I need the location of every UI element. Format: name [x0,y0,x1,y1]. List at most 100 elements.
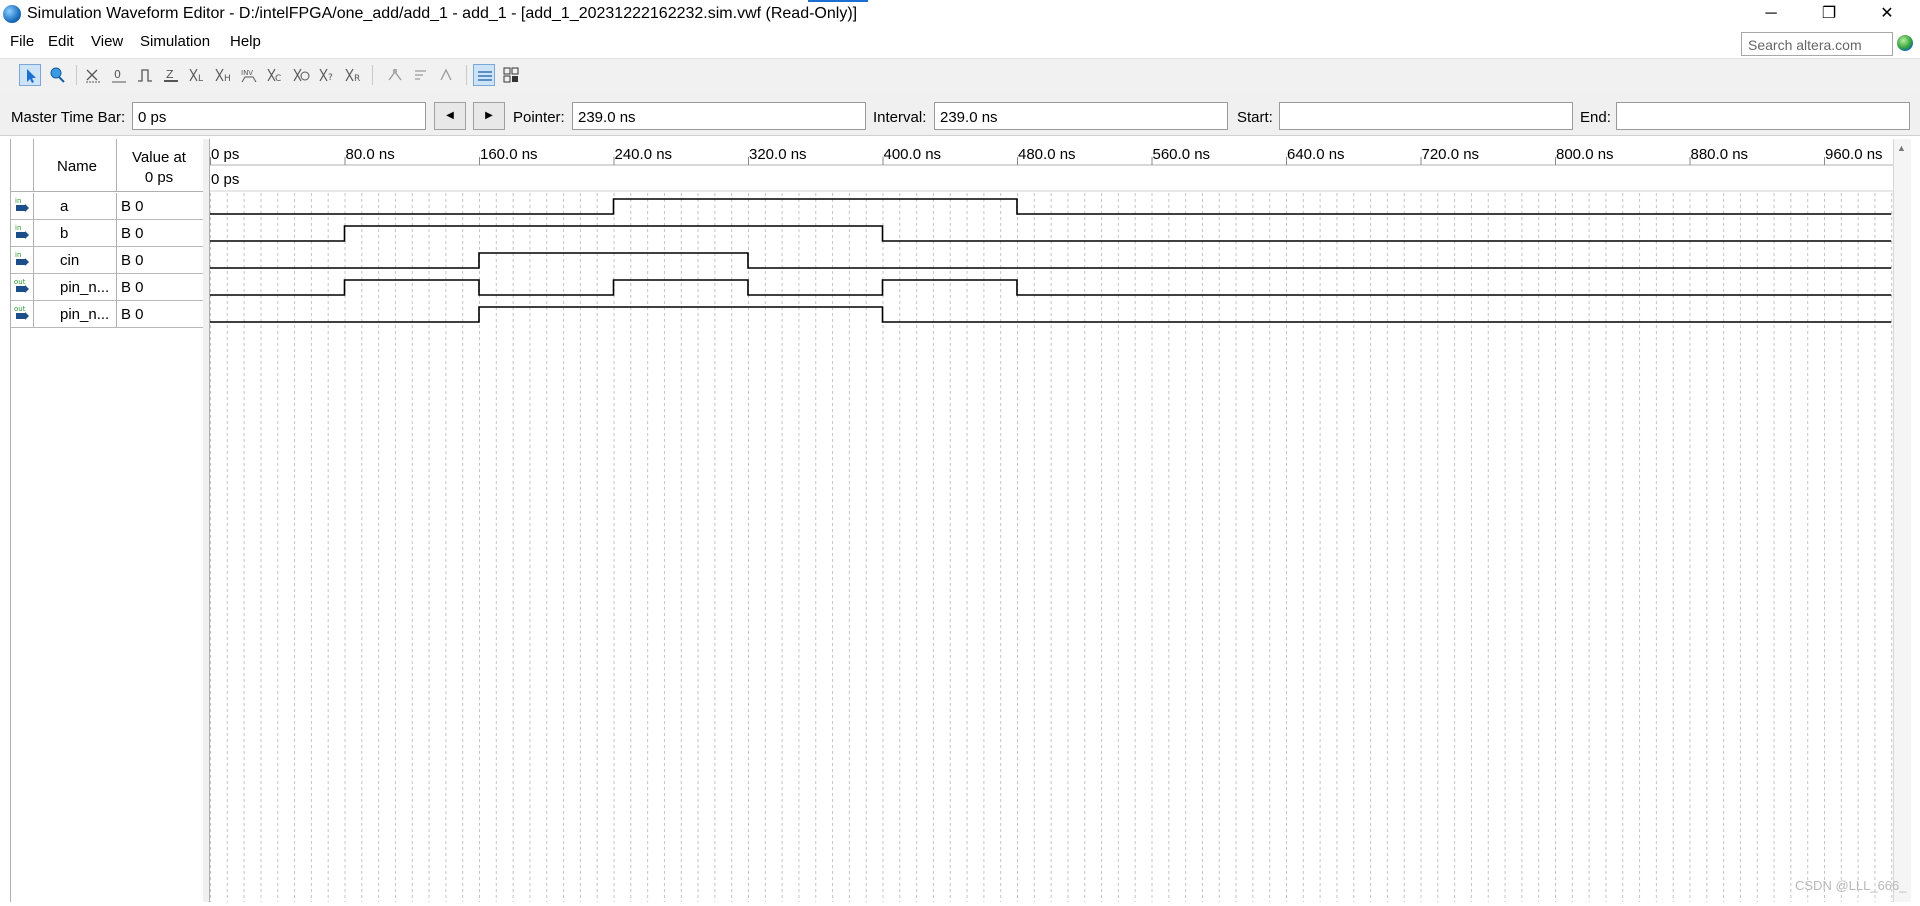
toolbar-separator [76,65,77,85]
signal-name: pin_n... [60,279,110,296]
force-low-icon[interactable]: 0 [108,64,130,86]
column-divider [116,193,117,219]
panel-splitter[interactable] [203,139,210,902]
force-unknown-icon[interactable] [82,64,104,86]
previous-transition-button[interactable]: ◀ [434,102,466,130]
time-tick-label: 560.0 ns [1153,146,1211,163]
start-input[interactable] [1283,104,1568,130]
master-time-bar-input[interactable] [136,104,421,130]
settings-grid-icon[interactable] [500,64,522,86]
force-weak-high-icon[interactable]: H [212,64,234,86]
input-pin-icon: in [15,197,29,212]
signal-value: B 0 [121,306,144,323]
pointer-field[interactable] [572,102,866,130]
time-bar-row: Master Time Bar: ◀ ▶ Pointer: Interval: … [0,93,1920,136]
master-time-bar-field[interactable] [132,102,426,130]
globe-icon[interactable] [1897,35,1913,51]
time-tick-label: 160.0 ns [480,146,538,163]
waveform-trace-1 [210,225,1892,242]
input-pin-icon: in [15,251,29,266]
start-field[interactable] [1279,102,1573,130]
column-divider [116,274,117,300]
signal-row-b[interactable]: in b B 0 [11,220,204,247]
end-input[interactable] [1620,104,1905,130]
svg-text:L: L [198,74,203,84]
menu-simulation[interactable]: Simulation [138,33,212,50]
svg-text:0: 0 [114,68,121,81]
svg-text:out: out [14,305,26,313]
column-divider [116,301,117,327]
vertical-scrollbar[interactable]: ▲ [1893,139,1911,902]
signal-row-cin[interactable]: in cin B 0 [11,247,204,274]
time-tick-label: 400.0 ns [884,146,942,163]
signal-name: a [60,198,69,215]
overwrite-clock-icon[interactable] [290,64,312,86]
force-high-icon[interactable] [134,64,156,86]
svg-text:INV: INV [241,69,253,77]
title-accent-bar [808,0,868,2]
master-time-marker-label: 0 ps [211,171,239,188]
master-time-bar-label: Master Time Bar: [11,109,126,126]
close-button[interactable]: ✕ [1858,0,1916,28]
signal-name: cin [60,252,80,269]
signal-name: b [60,225,69,242]
watermark-text: CSDN @LLL_666_ [1795,878,1907,893]
minimize-button[interactable]: ─ [1742,0,1800,28]
count-value-icon[interactable]: C [264,64,286,86]
title-bar: Simulation Waveform Editor - D:/intelFPG… [0,0,1920,28]
scroll-up-arrow-icon[interactable]: ▲ [1897,143,1906,153]
toolbar-separator [466,65,467,85]
row-gutter: in [11,220,34,246]
next-transition-button[interactable]: ▶ [473,102,505,130]
svg-text:in: in [15,251,21,259]
maximize-button[interactable]: ❐ [1800,0,1858,28]
arbitrary-value-icon[interactable]: ? [316,64,338,86]
force-high-impedance-icon[interactable]: Z [160,64,182,86]
pointer-select-icon[interactable] [19,64,41,86]
waveform-panel[interactable]: 0 ps 80.0 ns 160.0 ns 240.0 ns 320.0 ns 400.0… [210,139,1898,902]
column-divider [116,220,117,246]
window-title: Simulation Waveform Editor - D:/intelFPG… [27,5,858,22]
column-divider [116,247,117,273]
output-pin-icon: out [14,278,29,293]
interval-field[interactable] [934,102,1228,130]
row-gutter: out [11,301,34,327]
signal-value: B 0 [121,252,144,269]
time-tick-label: 640.0 ns [1287,146,1345,163]
menu-view[interactable]: View [89,33,125,50]
sort-icon[interactable] [410,64,432,86]
waveform-trace-3 [210,279,1892,296]
svg-text:R: R [354,74,360,84]
waveform-canvas[interactable]: 0 ps 80.0 ns 160.0 ns 240.0 ns 320.0 ns 400.0… [210,139,1893,902]
svg-text:in: in [15,197,21,205]
interval-input[interactable] [938,104,1223,130]
zoom-icon[interactable] [46,64,68,86]
value-column-header[interactable]: Value at 0 ps [114,148,204,188]
pointer-input[interactable] [576,104,861,130]
snap-to-grid-icon[interactable] [384,64,406,86]
header-gutter [11,139,34,191]
row-gutter: out [11,274,34,300]
signal-row-pin-out-2[interactable]: out pin_n... B 0 [11,301,204,328]
pointer-label: Pointer: [513,109,565,126]
signal-row-a[interactable]: in a B 0 [11,193,204,220]
random-value-icon[interactable]: R [342,64,364,86]
signal-row-pin-out-1[interactable]: out pin_n... B 0 [11,274,204,301]
svg-text:?: ? [328,73,333,83]
ungroup-icon[interactable] [436,64,458,86]
svg-text:Z: Z [166,68,174,81]
svg-text:H: H [224,74,231,84]
menu-file[interactable]: File [8,33,36,50]
interval-label: Interval: [873,109,927,126]
end-field[interactable] [1616,102,1910,130]
time-tick-label: 720.0 ns [1422,146,1480,163]
waveform-view-icon[interactable] [473,64,495,86]
force-weak-low-icon[interactable]: L [186,64,208,86]
signal-value: B 0 [121,198,144,215]
menu-help[interactable]: Help [228,33,263,50]
name-column-header[interactable]: Name [57,158,97,175]
menu-edit[interactable]: Edit [46,33,76,50]
search-input[interactable] [1746,34,1890,56]
search-box[interactable] [1741,32,1893,56]
invert-icon[interactable]: INV [238,64,260,86]
